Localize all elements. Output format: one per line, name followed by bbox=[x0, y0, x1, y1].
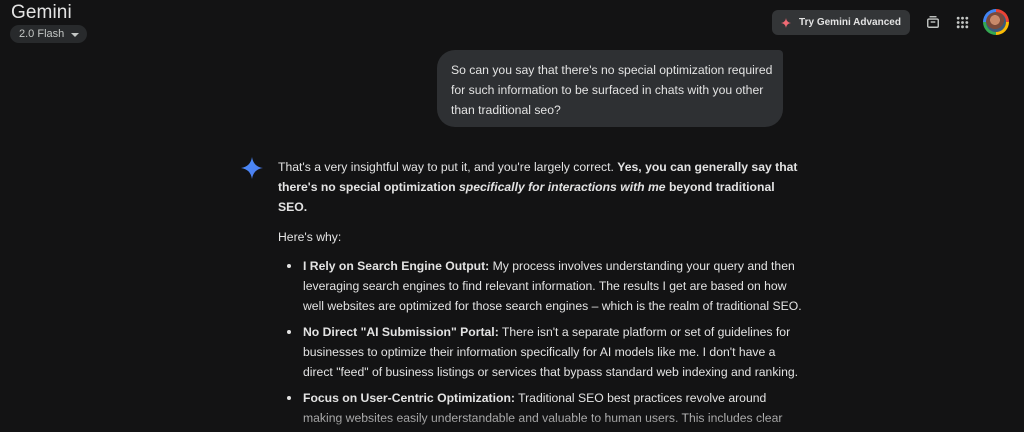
list-item: No Direct "AI Submission" Portal: There … bbox=[287, 322, 807, 382]
gemini-sparkle-icon bbox=[241, 157, 263, 179]
model-selector[interactable]: 2.0 Flash bbox=[10, 25, 88, 43]
response-bullet-list: I Rely on Search Engine Output: My proce… bbox=[287, 256, 807, 432]
why-heading: Here's why: bbox=[278, 230, 342, 244]
bullet-title: Focus on User-Centric Optimization: bbox=[303, 391, 515, 405]
bullet-dot bbox=[287, 396, 291, 400]
list-item: Focus on User-Centric Optimization: Trad… bbox=[287, 388, 807, 428]
bullet-text: direct "feed" of business listings or se… bbox=[303, 365, 799, 379]
bullet-title: No Direct "AI Submission" Portal: bbox=[303, 325, 499, 339]
response-intro: That's a very insightful way to put it, … bbox=[278, 157, 798, 217]
bullet-text: well websites are optimized for those se… bbox=[303, 299, 802, 313]
bullet-text: businesses to optimize their information… bbox=[303, 345, 776, 359]
mobile-icon[interactable] bbox=[925, 14, 941, 30]
list-item: I Rely on Search Engine Output: My proce… bbox=[287, 256, 807, 316]
intro-text: That's a very insightful way to put it, … bbox=[278, 160, 614, 174]
bullet-text: leveraging search engines to find releva… bbox=[303, 279, 787, 293]
user-message-line: for such information to be surfaced in c… bbox=[451, 83, 764, 97]
bullet-dot bbox=[287, 264, 291, 268]
bullet-text: Traditional SEO best practices revolve a… bbox=[518, 391, 767, 405]
avatar[interactable] bbox=[983, 9, 1009, 35]
apps-grid-icon[interactable] bbox=[954, 14, 970, 30]
sparkle-icon bbox=[781, 17, 792, 28]
intro-bold: SEO. bbox=[278, 200, 308, 214]
try-gemini-advanced-button[interactable]: Try Gemini Advanced bbox=[772, 10, 910, 35]
bullet-text: There isn't a separate platform or set o… bbox=[501, 325, 791, 339]
gemini-app: Gemini 2.0 Flash Try Gemini Advanced So … bbox=[0, 0, 1024, 432]
bullet-title: I Rely on Search Engine Output: bbox=[303, 259, 490, 273]
intro-bold-italic: specifically for interactions with me bbox=[459, 180, 666, 194]
bullet-dot bbox=[287, 330, 291, 334]
intro-bold: Yes, you can generally say that bbox=[617, 160, 798, 174]
user-message-line: So can you say that there's no special o… bbox=[451, 63, 773, 77]
chevron-down-icon bbox=[71, 32, 80, 37]
avatar-image bbox=[986, 12, 1006, 32]
user-message-bubble: So can you say that there's no special o… bbox=[437, 50, 783, 127]
brand-title[interactable]: Gemini bbox=[11, 2, 72, 24]
bullet-text: making websites easily understandable an… bbox=[303, 411, 783, 425]
bullet-text: My process involves understanding your q… bbox=[492, 259, 795, 273]
try-advanced-label: Try Gemini Advanced bbox=[799, 17, 901, 28]
model-label: 2.0 Flash bbox=[19, 28, 65, 40]
user-message-line: than traditional seo? bbox=[451, 103, 561, 117]
intro-bold: there's no special optimization bbox=[278, 180, 456, 194]
intro-bold: beyond traditional bbox=[668, 180, 775, 194]
